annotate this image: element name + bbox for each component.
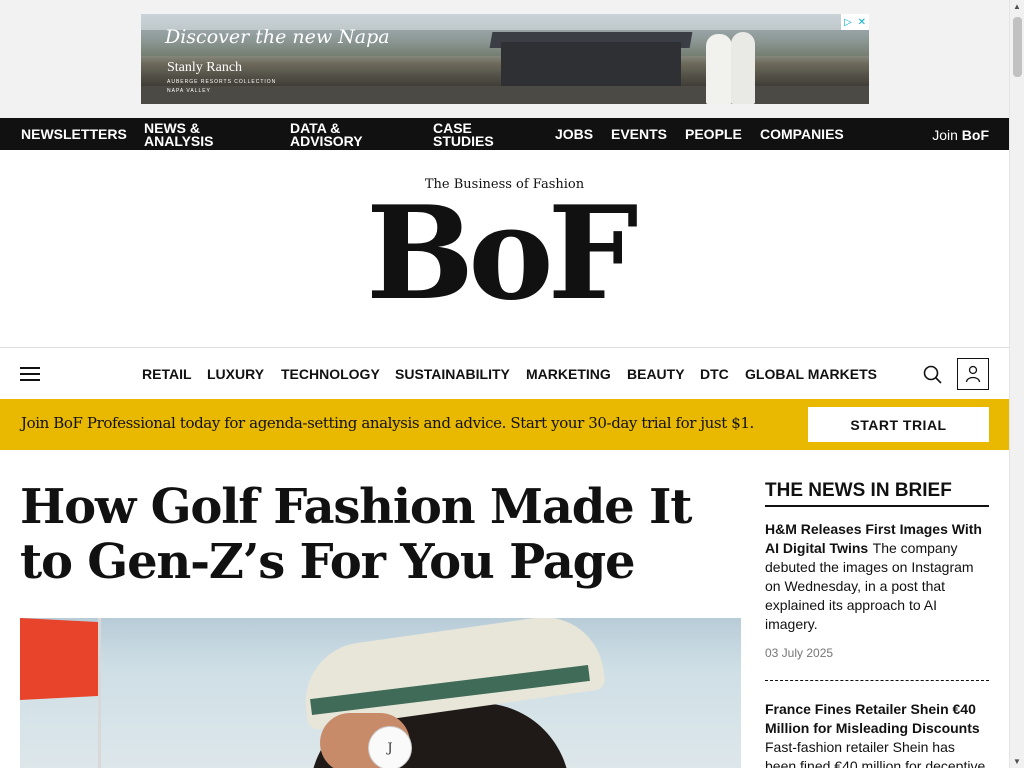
topnav-case-studies[interactable]: CASE STUDIES [433,121,523,148]
ad-headline: Discover the new Napa [165,26,390,48]
news-in-brief: THE NEWS IN BRIEF H&M Releases First Ima… [765,480,989,768]
ad-banner[interactable]: Discover the new Napa Stanly Ranch AUBER… [141,14,869,104]
topnav-companies[interactable]: COMPANIES [760,127,844,141]
section-beauty[interactable]: BEAUTY [627,366,685,382]
ad-brand: Stanly Ranch [167,60,243,75]
play-icon: ▷ [843,16,852,28]
article-hero-image: J [20,618,741,768]
scroll-up-icon[interactable]: ▲ [1013,2,1021,11]
brief-item: H&M Releases First Images With AI Digita… [765,507,989,681]
site-tagline: The Business of Fashion [424,177,585,192]
section-technology[interactable]: TECHNOLOGY [281,366,380,382]
join-bof-link[interactable]: Join BoF [932,127,989,143]
section-sustainability[interactable]: SUSTAINABILITY [395,366,510,382]
article-title: How Golf Fashion Made It to Gen-Z’s For … [20,479,692,590]
section-luxury[interactable]: LUXURY [207,366,264,382]
brief-title[interactable]: France Fines Retailer Shein €40 Million … [765,700,989,738]
masthead: The Business of Fashion BoF [0,150,1009,348]
topnav-news-analysis[interactable]: NEWS & ANALYSIS [144,121,234,148]
section-retail[interactable]: RETAIL [142,366,192,382]
flag-pole [98,618,101,768]
brief-item: France Fines Retailer Shein €40 Million … [765,681,989,768]
ad-image-person [731,32,755,104]
bof-logo[interactable]: BoF [366,192,644,324]
section-navigation: RETAIL LUXURY TECHNOLOGY SUSTAINABILITY … [0,349,1009,399]
promo-bar: Join BoF Professional today for agenda-s… [0,399,1009,450]
close-icon: ✕ [857,16,867,28]
news-in-brief-heading: THE NEWS IN BRIEF [765,480,989,507]
golf-flag [20,618,100,700]
brief-body: Fast-fashion retailer Shein has been fin… [765,739,986,768]
topnav-data-advisory[interactable]: DATA & ADVISORY [290,121,380,148]
ad-image-house [501,42,681,92]
section-dtc[interactable]: DTC [700,366,729,382]
top-navigation: NEWSLETTERS NEWS & ANALYSIS DATA & ADVIS… [0,118,1009,150]
topnav-events[interactable]: EVENTS [611,127,667,141]
join-brand: BoF [961,127,989,143]
search-icon[interactable] [922,364,944,386]
user-icon [965,365,981,383]
start-trial-button[interactable]: START TRIAL [808,407,989,442]
join-label: Join [932,127,958,143]
logo-text: BoF [366,192,638,324]
page-scrollbar[interactable]: ▲ ▼ [1009,0,1024,768]
topnav-newsletters[interactable]: NEWSLETTERS [21,127,127,141]
topnav-jobs[interactable]: JOBS [555,127,593,141]
promo-text: Join BoF Professional today for agenda-s… [21,414,754,432]
ad-area: Discover the new Napa Stanly Ranch AUBER… [0,0,1009,118]
section-marketing[interactable]: MARKETING [526,366,611,382]
brief-date: 03 July 2025 [765,646,989,681]
account-button[interactable] [957,358,989,390]
scroll-down-icon[interactable]: ▼ [1013,757,1021,766]
adchoices-icon[interactable]: ▷ ✕ [841,14,869,30]
topnav-people[interactable]: PEOPLE [685,127,742,141]
scrollbar-thumb[interactable] [1013,17,1022,77]
ad-brand-sub: AUBERGE RESORTS COLLECTION NAPA VALLEY [167,79,277,94]
section-global-markets[interactable]: GLOBAL MARKETS [745,366,877,382]
ad-image-person [706,34,732,104]
menu-icon[interactable] [20,367,40,381]
golf-ball: J [368,726,412,768]
